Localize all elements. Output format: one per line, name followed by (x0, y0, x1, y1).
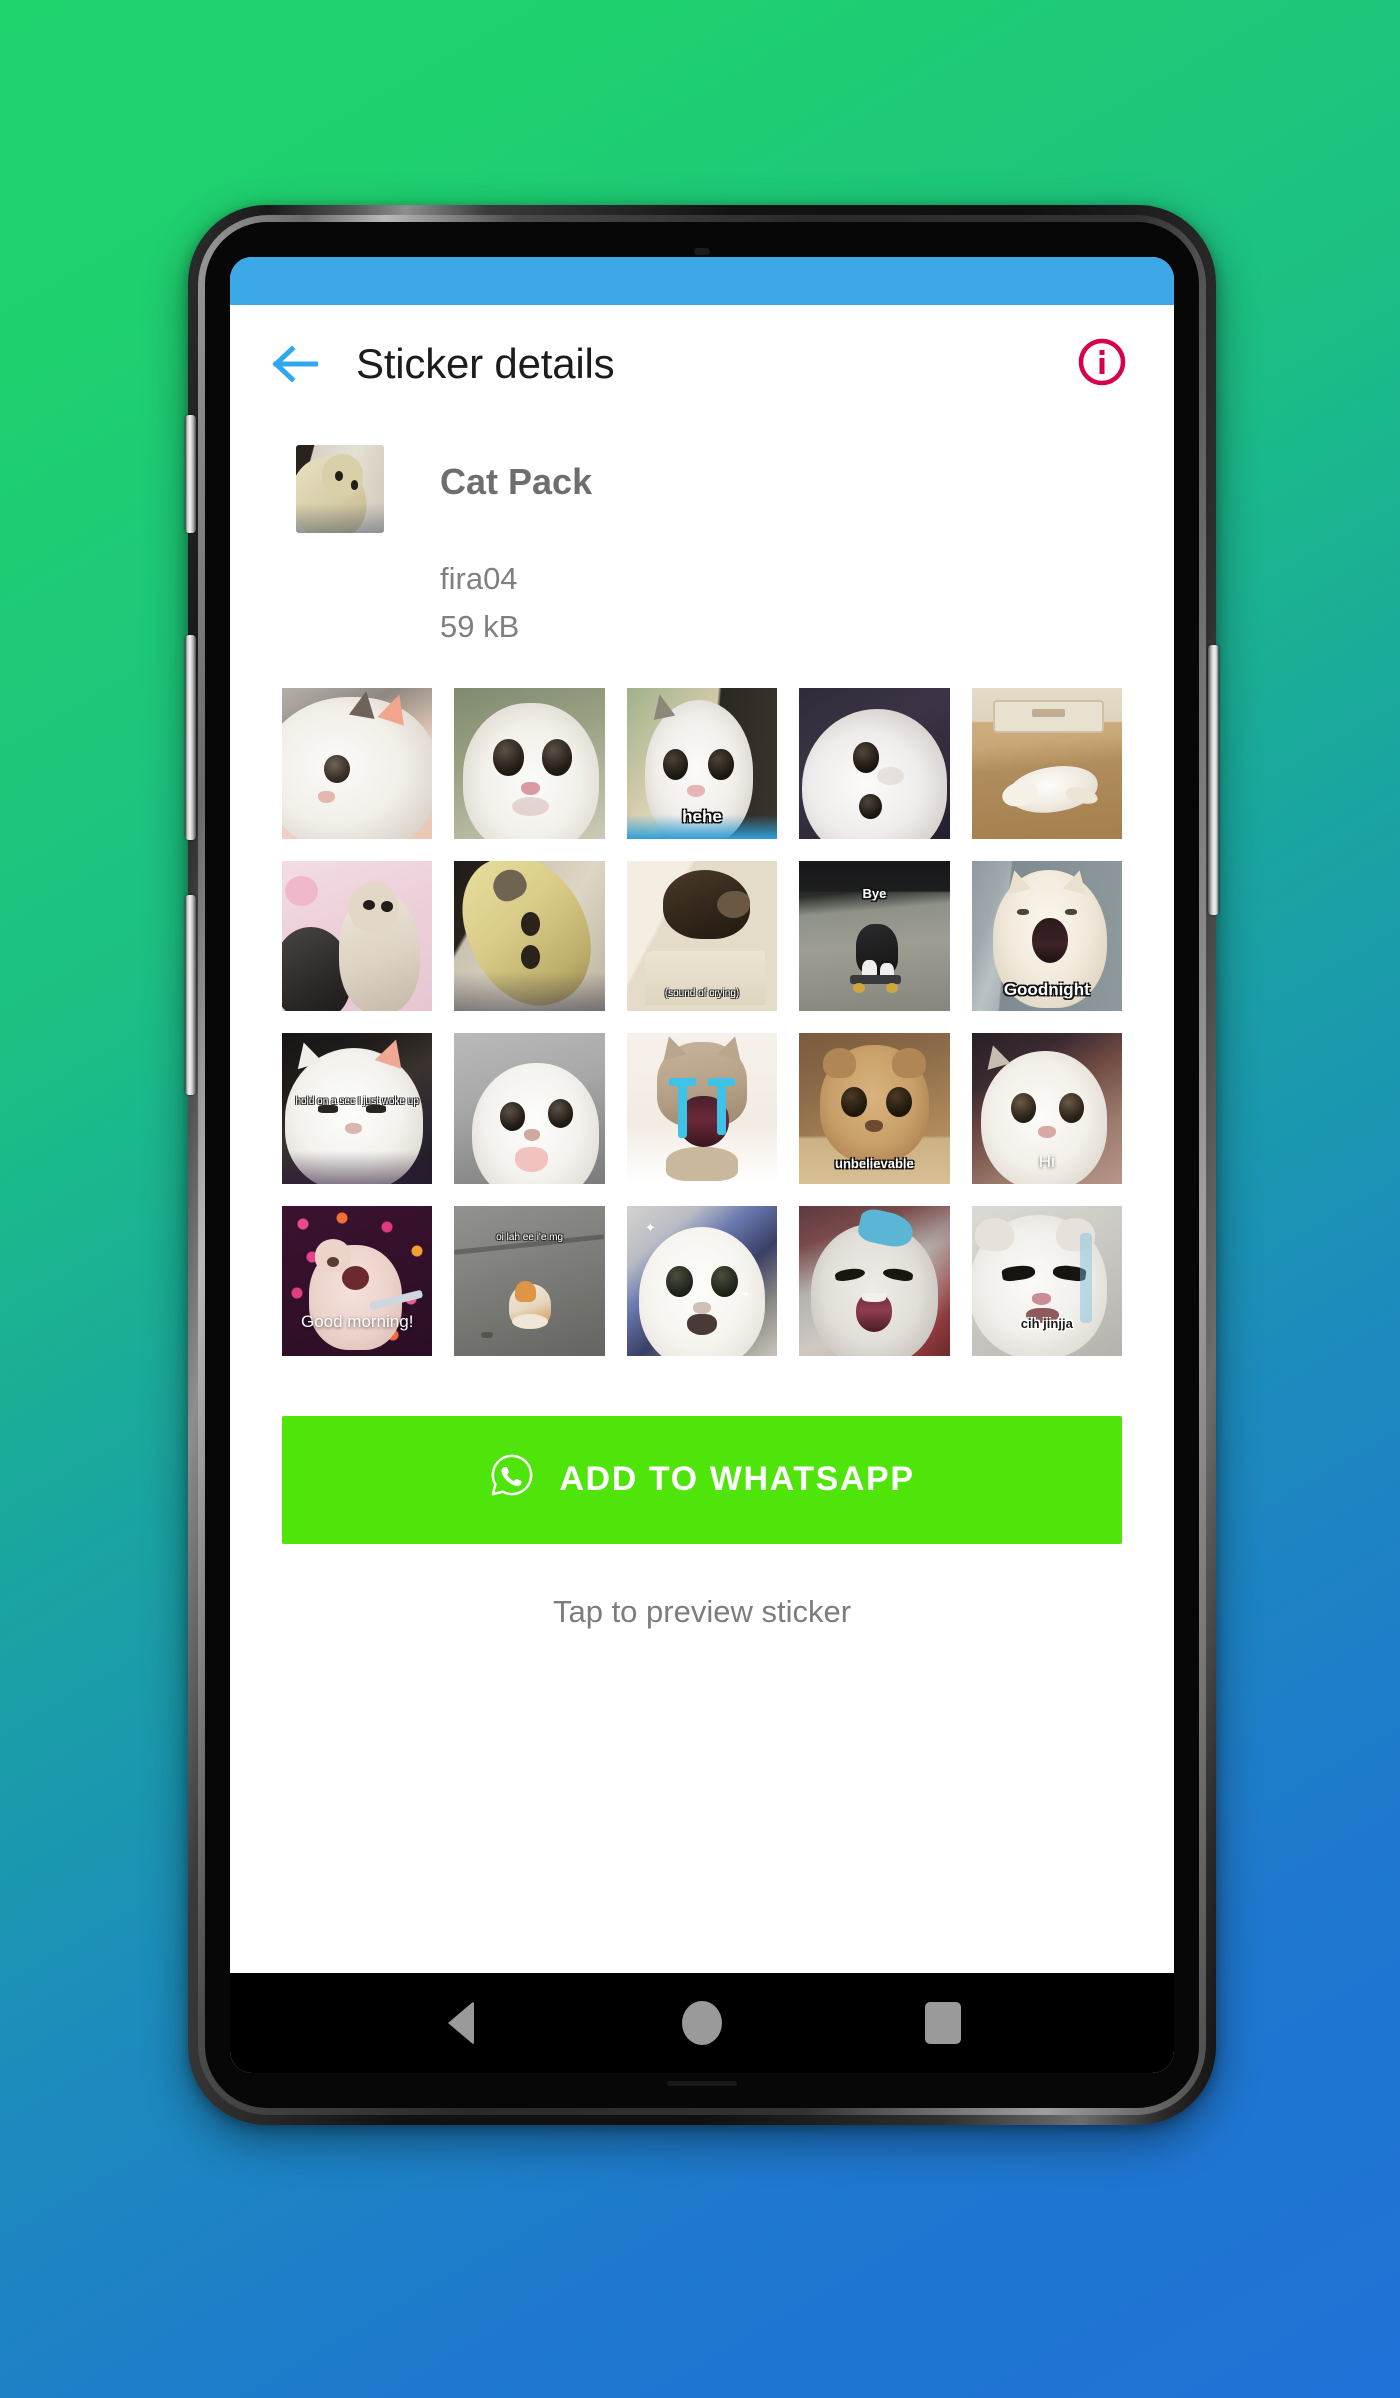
recents-square-icon (925, 2002, 962, 2044)
sticker-item[interactable]: Bye (799, 860, 950, 1012)
sticker-item[interactable] (799, 1205, 950, 1356)
add-to-whatsapp-label: ADD TO WHATSAPP (559, 1460, 915, 1499)
add-to-whatsapp-button[interactable]: ADD TO WHATSAPP (282, 1415, 1122, 1544)
sticker-item[interactable]: hehe (626, 688, 778, 839)
pack-name: Cat Pack (440, 461, 593, 502)
sticker-item[interactable] (282, 860, 433, 1012)
sticker-item[interactable]: hold on a sec I just woke up (282, 1033, 433, 1184)
sticker-item[interactable]: ✦ ✦ (626, 1205, 778, 1356)
phone-screen: Sticker details Cat Pack fira04 59 kB he… (230, 257, 1174, 2073)
earpiece-speaker (694, 248, 710, 255)
sticker-grid: hehe (sound of crying) Bye Goodnight hol… (230, 688, 1174, 1356)
assistant-button[interactable] (185, 895, 196, 1095)
page-title: Sticker details (356, 340, 615, 387)
pack-meta: fira04 59 kB (440, 559, 1130, 646)
sticker-item[interactable]: (sound of crying) (626, 860, 778, 1012)
nav-recents-button[interactable] (903, 1983, 983, 2063)
arrow-left-icon (272, 344, 318, 384)
preview-hint: Tap to preview sticker (552, 1593, 852, 1629)
sticker-item[interactable]: Hi (971, 1033, 1122, 1184)
home-circle-icon (681, 2001, 722, 2045)
sticker-item[interactable] (282, 688, 433, 839)
pack-header-row: Cat Pack (296, 445, 1130, 533)
nav-back-button[interactable] (421, 1983, 501, 2063)
info-circle-icon (1077, 337, 1127, 392)
app-bar: Sticker details (230, 305, 1174, 423)
back-button[interactable] (262, 331, 328, 397)
pack-author: fira04 (440, 561, 518, 596)
sticker-item[interactable]: Good morning! (282, 1205, 433, 1356)
sticker-item[interactable] (454, 860, 605, 1012)
sticker-item[interactable] (454, 688, 605, 839)
sticker-item[interactable] (454, 1033, 605, 1184)
status-bar (230, 257, 1174, 305)
android-nav-bar (230, 1973, 1174, 2073)
back-triangle-icon (447, 2001, 474, 2045)
sticker-item[interactable] (799, 688, 950, 839)
pack-thumbnail (296, 445, 384, 533)
pack-size: 59 kB (440, 608, 520, 644)
sticker-item[interactable] (971, 688, 1122, 839)
sticker-item[interactable] (626, 1033, 778, 1184)
pack-info-section: Cat Pack fira04 59 kB (230, 423, 1174, 646)
sticker-item[interactable]: cih jinjja (971, 1205, 1122, 1356)
sticker-item[interactable]: Goodnight (971, 860, 1122, 1012)
volume-up-button[interactable] (185, 415, 196, 533)
sticker-item[interactable]: oi lah ee i'e mg (454, 1205, 605, 1356)
nav-home-button[interactable] (662, 1983, 742, 2063)
info-button[interactable] (1074, 336, 1130, 392)
power-button[interactable] (1208, 645, 1219, 915)
volume-down-button[interactable] (185, 635, 196, 840)
sticker-item[interactable]: unbelievable (799, 1033, 950, 1184)
cta-section: ADD TO WHATSAPP Tap to preview sticker (230, 1356, 1174, 1630)
bottom-speaker-grille (667, 2081, 737, 2086)
phone-device: Sticker details Cat Pack fira04 59 kB he… (185, 205, 1219, 2125)
whatsapp-icon (489, 1452, 535, 1507)
